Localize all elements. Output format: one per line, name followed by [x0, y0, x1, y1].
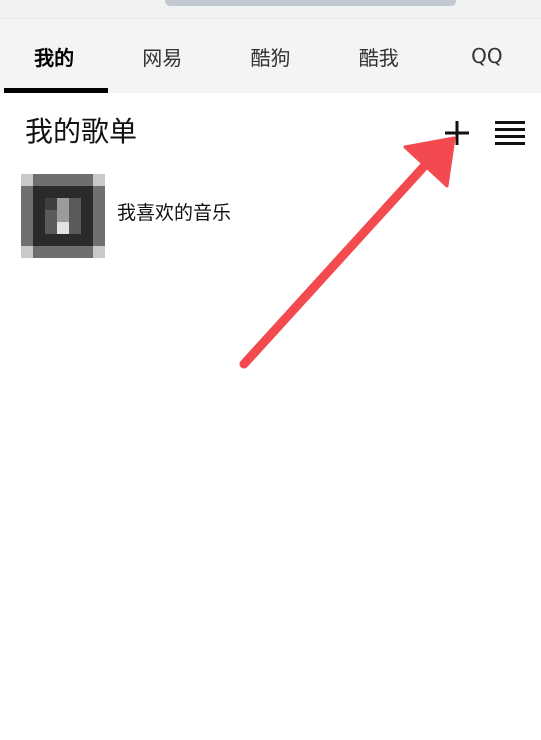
tab-label: 网易 — [142, 45, 183, 70]
add-playlist-button[interactable] — [440, 116, 474, 150]
tab-qq[interactable]: QQ — [433, 19, 541, 93]
source-tab-bar: 我的 网易 酷狗 酷我 QQ — [0, 19, 541, 93]
top-strip — [0, 0, 541, 18]
annotation-arrow-icon — [239, 136, 456, 369]
menu-button[interactable] — [492, 116, 528, 150]
tab-netease[interactable]: 网易 — [108, 19, 216, 93]
tab-mine[interactable]: 我的 — [0, 19, 109, 93]
plus-icon — [445, 121, 469, 145]
section-title: 我的歌单 — [25, 115, 138, 148]
tab-label: 酷狗 — [250, 45, 291, 70]
tab-label: 酷我 — [358, 45, 399, 70]
tab-label: 我的 — [34, 45, 75, 70]
search-bar-edge[interactable] — [165, 0, 456, 6]
tab-kugou[interactable]: 酷狗 — [216, 19, 324, 93]
tab-kuwo[interactable]: 酷我 — [325, 19, 433, 93]
playlist-cover-icon — [21, 174, 105, 258]
tab-label: QQ — [471, 44, 503, 68]
menu-icon — [495, 121, 525, 145]
list-item[interactable]: 我喜欢的音乐 — [0, 170, 541, 262]
playlist-name: 我喜欢的音乐 — [117, 202, 232, 224]
